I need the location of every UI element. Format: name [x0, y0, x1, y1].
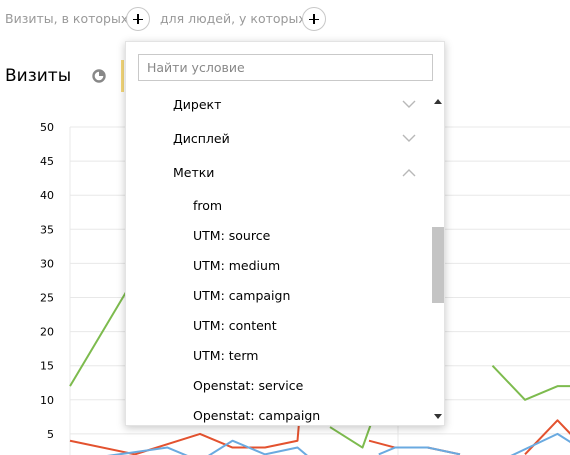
list-item-openstat-service[interactable]: Openstat: service	[126, 371, 428, 401]
list-item-utm-content[interactable]: UTM: content	[126, 311, 428, 341]
y-tick-label: 50	[40, 121, 54, 134]
y-tick-label: 35	[40, 223, 54, 236]
chevron-down-icon	[402, 100, 416, 108]
group-item-label: Метки	[173, 165, 215, 180]
add-visit-condition-button[interactable]	[126, 7, 150, 31]
list-item-utm-term[interactable]: UTM: term	[126, 341, 428, 371]
visits-filter-label: Визиты, в которых	[5, 11, 129, 26]
series-line	[491, 365, 570, 401]
scroll-thumb[interactable]	[432, 227, 444, 303]
y-tick-label: 45	[40, 155, 54, 168]
list-item-from[interactable]: from	[126, 191, 428, 221]
series-line	[378, 446, 461, 455]
chevron-up-icon	[402, 169, 416, 177]
filter-bar: Визиты, в которых для людей, у которых	[0, 0, 570, 40]
condition-dropdown: Директ Дисплей Метки from UTM: source UT…	[125, 41, 445, 426]
y-tick-label: 15	[40, 360, 54, 373]
y-tick-label: 5	[47, 428, 54, 441]
add-people-condition-button[interactable]	[302, 7, 326, 31]
y-tick-label: 40	[40, 189, 54, 202]
condition-search-input[interactable]	[138, 54, 433, 81]
y-tick-label: 25	[40, 292, 54, 305]
scroll-up-icon[interactable]	[434, 99, 442, 104]
chevron-down-icon	[402, 134, 416, 142]
scroll-down-icon[interactable]	[434, 414, 442, 419]
group-item-tags[interactable]: Метки	[126, 158, 428, 188]
list-item-openstat-campaign[interactable]: Openstat: campaign	[126, 401, 428, 425]
chart-y-axis: 50 45 40 35 30 25 20 15 10 5	[40, 121, 54, 441]
dropdown-scrollbar[interactable]	[429, 92, 444, 425]
y-tick-label: 30	[40, 257, 54, 270]
group-item-direct[interactable]: Директ	[126, 90, 428, 120]
people-filter-label: для людей, у которых	[160, 11, 306, 26]
y-tick-label: 10	[40, 394, 54, 407]
group-item-label: Дисплей	[173, 131, 230, 146]
chart-type-toggle-edge[interactable]	[121, 60, 124, 92]
y-tick-label: 20	[40, 326, 54, 339]
group-item-display[interactable]: Дисплей	[126, 124, 428, 154]
series-line	[510, 432, 570, 455]
list-item-utm-source[interactable]: UTM: source	[126, 221, 428, 251]
page-title: Визиты	[5, 66, 72, 86]
group-item-label: Директ	[173, 97, 222, 112]
list-item-utm-medium[interactable]: UTM: medium	[126, 251, 428, 281]
list-item-utm-campaign[interactable]: UTM: campaign	[126, 281, 428, 311]
refresh-icon[interactable]	[92, 68, 106, 87]
